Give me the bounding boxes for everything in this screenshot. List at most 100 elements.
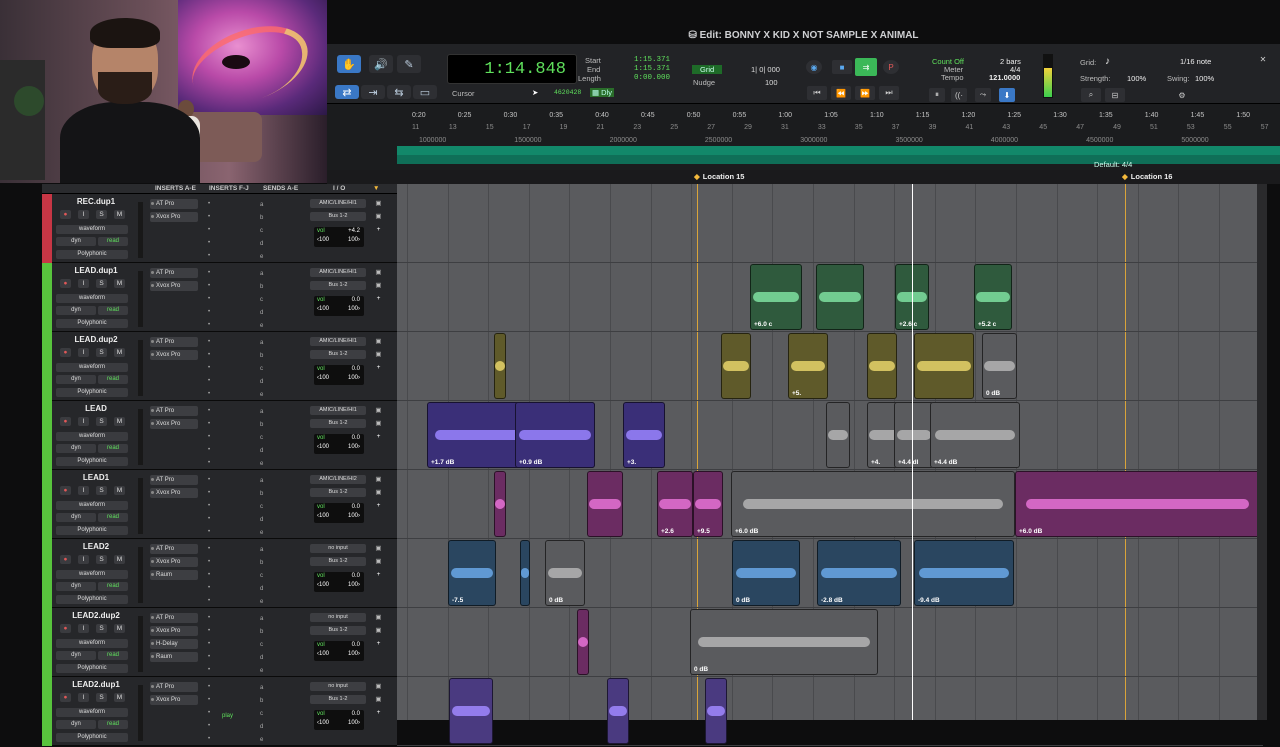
insert-slot[interactable]: Xvox Pro [150,350,198,360]
insert-slot[interactable]: AT Pro [150,682,198,692]
input-monitor-button[interactable]: I [78,624,89,633]
automation-mode[interactable]: read [98,651,128,660]
solo-button[interactable]: S [96,210,107,219]
sends-slots[interactable]: abcde [260,613,263,678]
clip-gain-label[interactable]: 0 dB [694,666,708,673]
mute-button[interactable]: M [114,210,125,219]
clip-gain-label[interactable]: +9.5 [697,528,710,535]
view-selector[interactable]: waveform [56,225,128,234]
zoom-out-icon[interactable]: ⊟ [1105,88,1125,102]
output-window-icon[interactable]: ▣ [373,475,384,484]
rtz-button[interactable]: ⏮ [807,86,827,100]
track-lead2-dup2[interactable]: LEAD2.dup2 ● I S Mwaveform dyn read Polyphonic A… [42,608,397,677]
vertical-scrollbar[interactable] [1257,184,1267,720]
trim-tool-icon[interactable]: 🔊 [369,55,393,73]
metronome-icon[interactable]: ⬇ [999,88,1015,102]
audio-clip[interactable]: #wmdmkbe:after{background:#6aa8e8}-7.5 [448,540,496,606]
audio-clip[interactable]: #wza2zgj:after{background:#e6d36a}+5. [788,333,828,399]
output-window-icon[interactable]: ▣ [373,337,384,346]
track-lane[interactable] [397,677,1263,746]
stop-button[interactable]: ■ [832,60,852,74]
elastic-audio-mode[interactable]: Polyphonic [56,664,128,673]
audio-clip[interactable]: #wfm73xp:after{background:#e572d6}+2.6 [657,471,693,537]
volume-readout[interactable]: vol 0.0 ‹100 100› [314,365,364,385]
insert-slot[interactable]: AT Pro [150,544,198,554]
volume-readout[interactable]: vol 0.0 ‹100 100› [314,503,364,523]
loop-icon[interactable]: ⏸ [929,88,945,102]
clip-gain-label[interactable]: +4.4 dB [934,459,957,466]
playlist-selector[interactable]: dyn [56,582,96,591]
solo-button[interactable]: S [96,417,107,426]
insert-slot[interactable]: Xvox Pro [150,695,198,705]
play-button[interactable]: ⇉ [855,58,877,76]
elastic-audio-mode[interactable]: Polyphonic [56,595,128,604]
insert-slot[interactable]: Xvox Pro [150,488,198,498]
record-button[interactable]: P [883,60,899,74]
audio-clip[interactable]: #wp22m60:after{background:#a088ff} [607,678,629,744]
pencil-tool-icon[interactable]: ✎ [397,55,421,73]
inserts-fj-slots[interactable]: • • • • • [208,267,212,332]
audio-clip[interactable]: #ws925ee:after{background:#e6d36a} [914,333,974,399]
send-window-icon[interactable]: ▣ [373,212,384,221]
track-name[interactable]: REC.dup1 [54,197,138,208]
clip-gain-label[interactable]: -2.8 dB [821,597,843,604]
insert-slot[interactable]: Xvox Pro [150,626,198,636]
input-selector[interactable]: AMIC/LINE/HI1 [310,337,366,346]
elastic-audio-mode[interactable]: Polyphonic [56,319,128,328]
send-window-icon[interactable]: ▣ [373,695,384,704]
track-lead1[interactable]: LEAD1 ● I S Mwaveform dyn read Polyphonic AT Pro… [42,470,397,539]
automation-mode[interactable]: read [98,375,128,384]
audio-clip[interactable]: #w9a6n20:after{background:#e572d6}+6.0 d… [1015,471,1260,537]
clip-gain-label[interactable]: +2.6 [661,528,674,535]
audio-clip[interactable]: #wc5s23t:after{background:#b4b4b4}+6.0 d… [731,471,1015,537]
settings-gear-icon[interactable]: ⚙ [1172,88,1192,102]
send-window-icon[interactable]: ▣ [373,626,384,635]
add-icon[interactable]: + [373,639,384,648]
track-name[interactable]: LEAD.dup1 [54,266,138,277]
audio-clip[interactable]: #wbwpqsr:after{background:#b4b4b4}0 dB [690,609,878,675]
solo-button[interactable]: S [96,555,107,564]
zoom-mode-icon[interactable]: ⇄ [335,85,359,99]
input-monitor-button[interactable]: I [78,279,89,288]
timeline-clips[interactable]: #wv00ikg:after{background:#7ee0a0}+6.0 c… [397,184,1263,746]
inserts-fj-slots[interactable]: • • • • • [208,474,212,539]
inserts-fj-slots[interactable]: • • • • • [208,336,212,401]
track-lead2[interactable]: LEAD2 ● I S Mwaveform dyn read Polyphonic AT Pro… [42,539,397,608]
view-selector[interactable]: waveform [56,570,128,579]
add-icon[interactable]: + [373,363,384,372]
insert-slot[interactable]: Xvox Pro [150,281,198,291]
volume-readout[interactable]: vol 0.0 ‹100 100› [314,572,364,592]
automation-mode[interactable]: read [98,582,128,591]
view-selector[interactable]: waveform [56,363,128,372]
clip-gain-label[interactable]: 0 dB [736,597,750,604]
output-window-icon[interactable]: ▣ [373,613,384,622]
length-value[interactable]: 0:00.000 [634,74,670,82]
audio-clip[interactable]: #wmczgn8:after{background:#e6d36a} [867,333,897,399]
start-value[interactable]: 1:15.371 [634,56,670,64]
timeline-ruler[interactable]: 0:20 0:25 0:30 0:35 0:40 0:45 0:50 0:55 1:00 1:05… [327,104,1280,174]
inserts-fj-slots[interactable]: • • • • • [208,198,212,263]
grabber-tool-icon[interactable]: ✋ [337,55,361,73]
view-selector[interactable]: waveform [56,708,128,717]
audio-clip[interactable]: #wxrngwa:after{background:#b4b4b4}+4.4 d… [894,402,934,468]
insert-slot[interactable]: AT Pro [150,337,198,347]
output-selector[interactable]: Bus 1-2 [310,488,366,497]
insert-slot[interactable]: AT Pro [150,199,198,209]
input-selector[interactable]: AMIC/LINE/HI1 [310,199,366,208]
clip-gain-label[interactable]: +5. [792,390,801,397]
track-name[interactable]: LEAD2.dup1 [54,680,138,691]
add-icon[interactable]: + [373,432,384,441]
input-monitor-button[interactable]: I [78,555,89,564]
audio-clip[interactable]: #wa9z2a4:after{background:#6aa8e8}-9.4 d… [914,540,1014,606]
track-lead-dup1[interactable]: LEAD.dup1 ● I S Mwaveform dyn read Polyphonic AT… [42,263,397,332]
automation-mode[interactable]: read [98,444,128,453]
track-lane[interactable] [397,194,1263,263]
insert-slot[interactable]: AT Pro [150,475,198,485]
rewind-button[interactable]: ⏪ [831,86,851,100]
add-icon[interactable]: + [373,294,384,303]
output-selector[interactable]: Bus 1-2 [310,212,366,221]
output-selector[interactable]: Bus 1-2 [310,350,366,359]
audio-clip[interactable]: #wcbki34:after{background:#6aa8e8} [520,540,530,606]
track-lead[interactable]: LEAD ● I S Mwaveform dyn read Polyphonic AT Pro X… [42,401,397,470]
track-name[interactable]: LEAD2.dup2 [54,611,138,622]
